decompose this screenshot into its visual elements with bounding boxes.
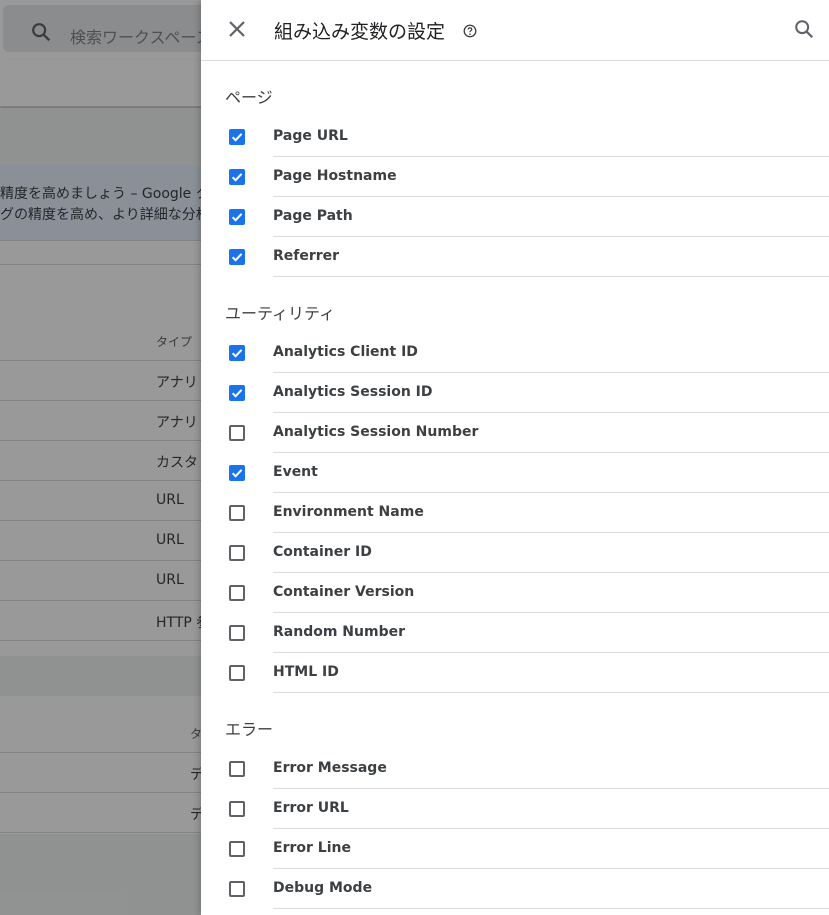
checkmark-icon xyxy=(231,349,243,358)
variable-label: Container ID xyxy=(273,544,372,560)
checkmark-icon xyxy=(231,469,243,478)
variable-row[interactable]: Container ID xyxy=(201,533,829,573)
checkmark-icon xyxy=(231,133,243,142)
panel-header: 組み込み変数の設定 xyxy=(201,0,829,61)
panel-title: 組み込み変数の設定 xyxy=(274,21,446,43)
variable-label: Error Message xyxy=(273,760,387,776)
variable-row[interactable]: Environment Name xyxy=(201,493,829,533)
variable-label: Page Hostname xyxy=(273,168,397,184)
variable-label: Error URL xyxy=(273,800,349,816)
variable-checkbox[interactable] xyxy=(229,545,245,561)
variable-row[interactable]: Analytics Session ID xyxy=(201,373,829,413)
variable-checkbox[interactable] xyxy=(229,465,245,481)
variable-checkbox[interactable] xyxy=(229,385,245,401)
variable-label: HTML ID xyxy=(273,664,339,680)
variable-checkbox[interactable] xyxy=(229,585,245,601)
close-icon[interactable] xyxy=(225,17,249,41)
variable-row[interactable]: Debug Mode xyxy=(201,869,829,909)
row-divider xyxy=(273,692,829,693)
variable-checkbox[interactable] xyxy=(229,801,245,817)
variable-checkbox[interactable] xyxy=(229,665,245,681)
variable-checkbox[interactable] xyxy=(229,345,245,361)
variable-checkbox[interactable] xyxy=(229,505,245,521)
variable-label: Page Path xyxy=(273,208,353,224)
variable-checkbox[interactable] xyxy=(229,129,245,145)
variable-row[interactable]: Random Number xyxy=(201,613,829,653)
checkmark-icon xyxy=(231,173,243,182)
variable-row[interactable]: Error Message xyxy=(201,749,829,789)
variable-row[interactable]: Error URL xyxy=(201,789,829,829)
variable-checkbox[interactable] xyxy=(229,425,245,441)
variable-row[interactable]: Page URL xyxy=(201,117,829,157)
variable-checkbox[interactable] xyxy=(229,841,245,857)
search-icon[interactable] xyxy=(793,18,815,40)
variable-label: Container Version xyxy=(273,584,415,600)
builtin-variables-panel: 組み込み変数の設定 ページ Page URL Page Hostname Pag… xyxy=(201,0,829,915)
section-title-errors: エラー xyxy=(225,720,274,739)
variable-row[interactable]: Page Path xyxy=(201,197,829,237)
variable-checkbox[interactable] xyxy=(229,881,245,897)
variable-label: Referrer xyxy=(273,248,340,264)
variable-label: Page URL xyxy=(273,128,348,144)
checkmark-icon xyxy=(231,389,243,398)
variable-row[interactable]: HTML ID xyxy=(201,653,829,693)
variable-label: Event xyxy=(273,464,318,480)
variable-label: Environment Name xyxy=(273,504,424,520)
variable-checkbox[interactable] xyxy=(229,625,245,641)
variable-label: Analytics Session ID xyxy=(273,384,433,400)
variable-label: Error Line xyxy=(273,840,351,856)
variable-row[interactable]: Page Hostname xyxy=(201,157,829,197)
variable-label: Analytics Client ID xyxy=(273,344,418,360)
variable-row[interactable]: Event xyxy=(201,453,829,493)
variable-checkbox[interactable] xyxy=(229,761,245,777)
variable-row[interactable]: Referrer xyxy=(201,237,829,277)
variable-row[interactable]: Analytics Client ID xyxy=(201,333,829,373)
section-title-page: ページ xyxy=(225,88,273,107)
variable-checkbox[interactable] xyxy=(229,169,245,185)
variable-label: Analytics Session Number xyxy=(273,424,479,440)
row-divider xyxy=(273,276,829,277)
variable-checkbox[interactable] xyxy=(229,249,245,265)
variable-row[interactable]: Analytics Session Number xyxy=(201,413,829,453)
section-title-utilities: ユーティリティ xyxy=(225,304,336,323)
variable-label: Random Number xyxy=(273,624,405,640)
row-divider xyxy=(273,908,829,909)
help-circle-icon[interactable] xyxy=(463,24,477,38)
variable-label: Debug Mode xyxy=(273,880,373,896)
variable-row[interactable]: Error Line xyxy=(201,829,829,869)
checkmark-icon xyxy=(231,253,243,262)
variable-checkbox[interactable] xyxy=(229,209,245,225)
variable-row[interactable]: Container Version xyxy=(201,573,829,613)
checkmark-icon xyxy=(231,213,243,222)
